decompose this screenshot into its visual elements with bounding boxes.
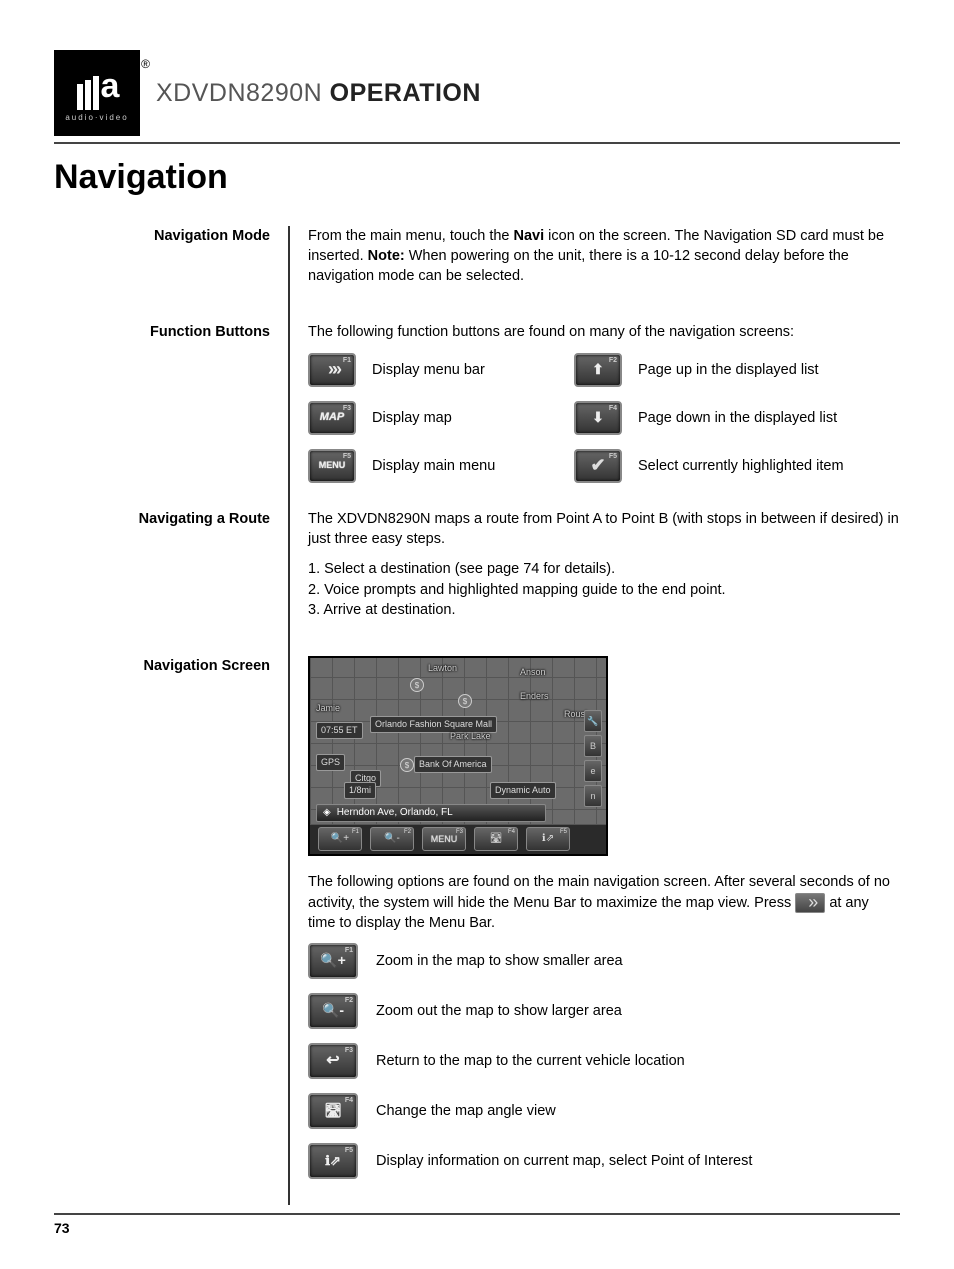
body-function-buttons: The following function buttons are found… (290, 322, 900, 508)
map-distance: 1/8mi (344, 782, 376, 799)
page-down-button[interactable]: ⬇F4 (574, 401, 622, 435)
mb-zoom-in-button[interactable]: 🔍+F1 (318, 827, 362, 851)
info-desc: Display information on current map, sele… (376, 1151, 900, 1171)
label-navigation-mode: Navigation Mode (54, 226, 290, 323)
zoom-out-icon: 🔍- (384, 832, 400, 846)
zoom-out-icon: 🔍- (322, 1001, 344, 1021)
map-label-bank: Bank Of America (414, 756, 492, 773)
map-label-jamie: Jamie (316, 702, 340, 715)
note-bold: Note: (368, 248, 405, 264)
mb-angle-button[interactable]: 🛣F4 (474, 827, 518, 851)
sidebar-e[interactable]: e (584, 760, 602, 782)
navigation-screenshot: Lawton Anson Enders Jamie Roush $ $ $ Or… (308, 656, 608, 856)
angle-icon: 🛣 (490, 832, 503, 846)
route-step-1: 1. Select a destination (see page 74 for… (308, 561, 615, 577)
chevron-right-icon: »» (328, 357, 336, 382)
body-navigating-route: The XDVDN8290N maps a route from Point A… (290, 509, 900, 656)
menu-desc: Display main menu (372, 456, 562, 476)
info-button[interactable]: ℹ⇗F5 (308, 1143, 358, 1179)
return-desc: Return to the map to the current vehicle… (376, 1051, 900, 1071)
page-up-desc: Page up in the displayed list (638, 360, 900, 380)
sidebar-n[interactable]: n (584, 785, 602, 807)
angle-button[interactable]: 🛣F4 (308, 1093, 358, 1129)
body-navigation-screen: Lawton Anson Enders Jamie Roush $ $ $ Or… (290, 656, 900, 1205)
select-desc: Select currently highlighted item (638, 456, 900, 476)
select-button[interactable]: ✔F5 (574, 449, 622, 483)
map-label-anson: Anson (520, 666, 546, 679)
zoom-in-icon: 🔍+ (320, 951, 346, 971)
section-title: Navigation (54, 154, 900, 202)
page-up-icon: ⬆ (592, 360, 604, 380)
map-label-dynamic: Dynamic Auto (490, 782, 556, 799)
mb-menu-button[interactable]: MENUF3 (422, 827, 466, 851)
gps-icon: GPS (316, 754, 345, 771)
function-buttons-intro: The following function buttons are found… (308, 322, 900, 342)
page-header: ® a audio·video XDVDN8290N OPERATION (54, 50, 900, 136)
info-icon: ℹ⇗ (325, 1152, 341, 1170)
mb-info-button[interactable]: ℹ⇗F5 (526, 827, 570, 851)
map-status-bar: ◈ Herndon Ave, Orlando, FL (316, 804, 546, 822)
map-time: 07:55 ET (316, 722, 363, 739)
info-icon: ℹ⇗ (542, 832, 554, 846)
label-function-buttons: Function Buttons (54, 322, 290, 508)
registered-icon: ® (141, 56, 150, 73)
header-title: XDVDN8290N OPERATION (156, 76, 481, 111)
label-navigating-route: Navigating a Route (54, 509, 290, 656)
body-navigation-mode: From the main menu, touch the Navi icon … (290, 226, 900, 323)
return-icon: ↩ (326, 1050, 339, 1072)
logo-bars-icon (77, 76, 99, 110)
inline-chevron-button[interactable]: » (795, 893, 825, 913)
return-button[interactable]: ↩F3 (308, 1043, 358, 1079)
menu-bar-desc: Display menu bar (372, 360, 562, 380)
map-menu-bar: 🔍+F1 🔍-F2 MENUF3 🛣F4 ℹ⇗F5 (310, 824, 606, 854)
page-down-desc: Page down in the displayed list (638, 408, 900, 428)
zoom-in-desc: Zoom in the map to show smaller area (376, 951, 900, 971)
zoom-in-icon: 🔍+ (331, 832, 349, 846)
map-button[interactable]: MAPF3 (308, 401, 356, 435)
navi-bold: Navi (514, 228, 545, 244)
zoom-out-desc: Zoom out the map to show larger area (376, 1001, 900, 1021)
header-title-operation: OPERATION (330, 79, 481, 107)
sidebar-b[interactable]: B (584, 735, 602, 757)
route-step-2: 2. Voice prompts and highlighted mapping… (308, 582, 726, 598)
menu-icon: MENU (319, 459, 346, 472)
page-up-button[interactable]: ⬆F2 (574, 353, 622, 387)
menu-button[interactable]: MENUF5 (308, 449, 356, 483)
brand-logo: ® a audio·video (54, 50, 140, 136)
map-label-parklake: Park Lake (450, 730, 491, 743)
sidebar-wrench-icon[interactable]: 🔧 (584, 710, 602, 732)
map-label-enders: Enders (520, 690, 549, 703)
map-status-text: Herndon Ave, Orlando, FL (337, 806, 453, 820)
model-number: XDVDN8290N (156, 79, 322, 107)
page-number: 73 (54, 1220, 70, 1236)
chevron-right-icon: » (808, 890, 812, 915)
page-down-icon: ⬇ (592, 408, 604, 428)
check-icon: ✔ (590, 453, 605, 478)
angle-desc: Change the map angle view (376, 1101, 900, 1121)
map-sidebar: 🔧 B e n (584, 710, 602, 807)
logo-text: a (101, 63, 118, 111)
content-table: Navigation Mode From the main menu, touc… (54, 226, 900, 1206)
zoom-out-button[interactable]: 🔍-F2 (308, 993, 358, 1029)
nav-screen-desc: The following options are found on the m… (308, 872, 900, 933)
logo-subtext: audio·video (65, 112, 128, 123)
mb-zoom-out-button[interactable]: 🔍-F2 (370, 827, 414, 851)
menu-bar-button[interactable]: »»F1 (308, 353, 356, 387)
zoom-in-button[interactable]: 🔍+F1 (308, 943, 358, 979)
header-divider (54, 142, 900, 144)
label-navigation-screen: Navigation Screen (54, 656, 290, 1205)
route-step-3: 3. Arrive at destination. (308, 602, 456, 618)
map-icon: MAP (320, 410, 344, 425)
map-label-lawton: Lawton (428, 662, 457, 675)
angle-icon: 🛣 (324, 1101, 342, 1121)
route-intro: The XDVDN8290N maps a route from Point A… (308, 509, 900, 550)
menu-icon: MENU (431, 833, 458, 846)
map-desc: Display map (372, 408, 562, 428)
nav-mode-text: From the main menu, touch the (308, 228, 514, 244)
compass-icon: ◈ (323, 806, 331, 820)
